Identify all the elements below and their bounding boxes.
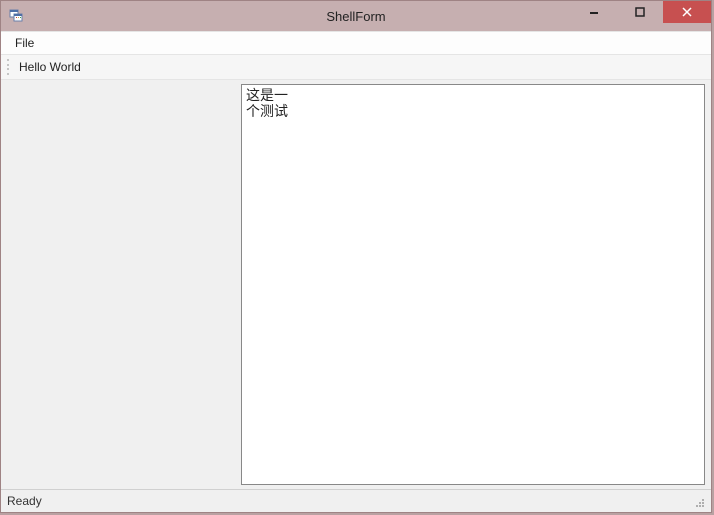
status-bar: Ready: [1, 489, 711, 512]
client-area: 这是一 个测试: [1, 80, 711, 489]
text-editor[interactable]: 这是一 个测试: [241, 84, 705, 485]
close-button[interactable]: [663, 1, 711, 23]
window-controls: [571, 1, 711, 31]
maximize-button[interactable]: [617, 1, 663, 23]
toolbar: Hello World: [1, 55, 711, 80]
app-icon: [9, 8, 25, 24]
resize-grip-icon[interactable]: [691, 494, 705, 508]
menu-file[interactable]: File: [7, 34, 42, 52]
menu-bar: File: [1, 31, 711, 55]
toolbar-grip-icon[interactable]: [5, 59, 11, 75]
editor-container: 这是一 个测试: [241, 80, 711, 489]
toolbar-label: Hello World: [15, 60, 85, 74]
left-panel: [1, 80, 241, 489]
title-bar[interactable]: ShellForm: [1, 1, 711, 31]
minimize-button[interactable]: [571, 1, 617, 23]
application-window: ShellForm File Hello World 这: [0, 0, 712, 513]
status-text: Ready: [7, 494, 42, 508]
